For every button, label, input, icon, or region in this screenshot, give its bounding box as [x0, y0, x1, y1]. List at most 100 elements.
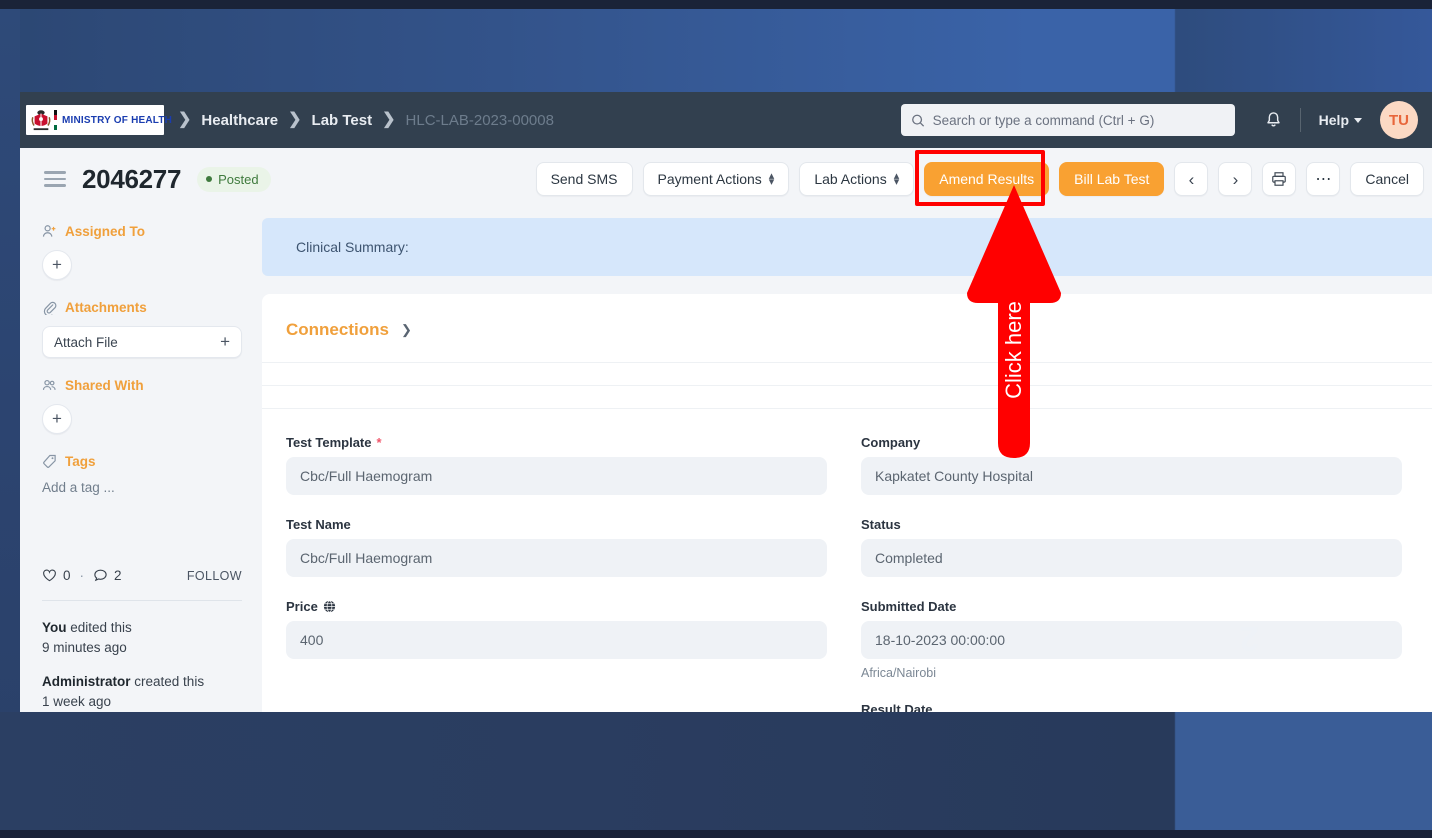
- payment-actions-label: Payment Actions: [657, 171, 762, 187]
- print-button[interactable]: [1262, 162, 1297, 196]
- help-label: Help: [1318, 112, 1349, 128]
- help-menu[interactable]: Help: [1319, 112, 1362, 128]
- updown-chevron-icon: ▴ ▾: [768, 169, 775, 188]
- test-name-label: Test Name: [286, 517, 351, 532]
- logo-text: MINISTRY OF HEALTH: [62, 114, 173, 126]
- activity-log: You edited this 9 minutes ago Administra…: [42, 618, 246, 712]
- add-tag-input[interactable]: Add a tag ...: [42, 480, 242, 495]
- bell-icon[interactable]: [1265, 111, 1282, 130]
- field-column-right: Company Kapkatet County Hospital Status …: [861, 435, 1402, 712]
- field-label: Company: [861, 435, 1402, 450]
- add-shared-user-button[interactable]: +: [42, 404, 72, 434]
- search-box[interactable]: [900, 104, 1235, 136]
- page-title: 2046277: [82, 163, 182, 194]
- status-input[interactable]: Completed: [861, 539, 1402, 577]
- navbar-right-group: Help TU: [900, 101, 1418, 139]
- heart-icon: [43, 569, 56, 582]
- company-input[interactable]: Kapkatet County Hospital: [861, 457, 1402, 495]
- tags-block: Tags Add a tag ...: [42, 454, 242, 495]
- field-test-template: Test Template * Cbc/Full Haemogram: [286, 435, 827, 495]
- cancel-button[interactable]: Cancel: [1350, 162, 1424, 196]
- attachments-block: Attachments Attach File +: [42, 300, 242, 358]
- field-column-left: Test Template * Cbc/Full Haemogram Test …: [286, 435, 827, 712]
- form-card: Connections ❯ Test Template * Cbc/Full H…: [262, 294, 1432, 712]
- ministry-of-health-logo[interactable]: MINISTRY OF HEALTH: [26, 105, 172, 135]
- hamburger-icon[interactable]: [44, 171, 66, 187]
- activity-action: created this: [134, 673, 205, 689]
- bill-lab-test-label: Bill Lab Test: [1074, 171, 1150, 187]
- price-input[interactable]: 400: [286, 621, 827, 659]
- comment-icon: [94, 569, 107, 582]
- kenya-flag-bar-icon: [54, 110, 57, 130]
- field-result-date: Result Date: [861, 702, 1402, 712]
- breadcrumb: ❯ Healthcare ❯ Lab Test ❯ HLC-LAB-2023-0…: [178, 112, 554, 129]
- shared-with-header: Shared With: [42, 378, 242, 393]
- comment-group[interactable]: 2: [93, 568, 122, 583]
- chevron-left-icon: ‹: [1188, 169, 1195, 189]
- next-record-button[interactable]: ›: [1218, 162, 1253, 196]
- activity-time: 9 minutes ago: [42, 639, 127, 655]
- more-options-button[interactable]: ⋯: [1306, 162, 1341, 196]
- chevron-right-icon: ›: [1232, 169, 1239, 189]
- bill-lab-test-button[interactable]: Bill Lab Test: [1059, 162, 1165, 196]
- field-submitted-date: Submitted Date 18-10-2023 00:00:00 Afric…: [861, 599, 1402, 680]
- main-content: Clinical Summary: Connections ❯ Test Tem…: [262, 210, 1432, 712]
- activity-item: You edited this 9 minutes ago: [42, 618, 246, 658]
- previous-record-button[interactable]: ‹: [1174, 162, 1209, 196]
- chevron-down-icon: [1354, 117, 1362, 123]
- activity-item: Administrator created this 1 week ago: [42, 672, 246, 712]
- test-template-input[interactable]: Cbc/Full Haemogram: [286, 457, 827, 495]
- assigned-to-label: Assigned To: [65, 224, 146, 239]
- send-sms-button[interactable]: Send SMS: [535, 162, 633, 196]
- amend-results-button[interactable]: Amend Results: [924, 162, 1050, 196]
- printer-icon: [1272, 172, 1287, 186]
- field-test-name: Test Name Cbc/Full Haemogram: [286, 517, 827, 577]
- activity-actor: Administrator: [42, 673, 131, 689]
- field-label: Status: [861, 517, 1402, 532]
- assigned-to-header: Assigned To: [42, 224, 242, 239]
- company-label: Company: [861, 435, 921, 450]
- backdrop-left-band: [0, 9, 20, 830]
- required-asterisk-icon: *: [376, 435, 382, 450]
- status-label: Posted: [218, 171, 259, 187]
- avatar[interactable]: TU: [1380, 101, 1418, 139]
- attach-file-button[interactable]: Attach File +: [42, 326, 242, 358]
- section-blank-row: [262, 386, 1432, 408]
- updown-chevron-icon: ▴ ▾: [893, 169, 900, 188]
- like-group[interactable]: 0: [42, 568, 71, 583]
- shared-with-label: Shared With: [65, 378, 144, 393]
- status-label: Status: [861, 517, 901, 532]
- tag-icon: [43, 454, 56, 468]
- breadcrumb-item-lab-test[interactable]: Lab Test: [312, 112, 373, 129]
- separator-dot: ·: [79, 568, 85, 583]
- comment-count: 2: [114, 568, 122, 583]
- attach-file-label: Attach File: [54, 334, 118, 350]
- field-status: Status Completed: [861, 517, 1402, 577]
- breadcrumb-item-current: HLC-LAB-2023-00008: [405, 111, 554, 129]
- cancel-label: Cancel: [1365, 171, 1409, 187]
- connections-section-header[interactable]: Connections ❯: [262, 294, 1432, 362]
- add-assignee-button[interactable]: +: [42, 250, 72, 280]
- breadcrumb-separator-icon: ❯: [288, 111, 302, 128]
- clinical-summary-label: Clinical Summary:: [296, 239, 409, 255]
- field-label: Result Date: [861, 702, 1402, 712]
- plus-icon: +: [220, 332, 230, 351]
- breadcrumb-item-healthcare[interactable]: Healthcare: [201, 112, 278, 129]
- lab-actions-button[interactable]: Lab Actions ▴ ▾: [799, 162, 915, 196]
- chevron-down-icon: ❯: [400, 322, 412, 337]
- status-badge: Posted: [197, 166, 271, 192]
- test-name-input[interactable]: Cbc/Full Haemogram: [286, 539, 827, 577]
- submitted-date-input[interactable]: 18-10-2023 00:00:00: [861, 621, 1402, 659]
- application-window: MINISTRY OF HEALTH ❯ Healthcare ❯ Lab Te…: [20, 92, 1432, 712]
- tags-label: Tags: [65, 454, 96, 469]
- lab-actions-label: Lab Actions: [814, 171, 887, 187]
- payment-actions-button[interactable]: Payment Actions ▴ ▾: [642, 162, 790, 196]
- activity-time: 1 week ago: [42, 693, 112, 709]
- ellipsis-icon: ⋯: [1315, 171, 1332, 188]
- search-input[interactable]: [932, 112, 1225, 128]
- user-plus-icon: [42, 225, 56, 237]
- follow-button[interactable]: FOLLOW: [187, 569, 242, 583]
- breadcrumb-separator-icon: ❯: [178, 111, 192, 128]
- page-header: 2046277 Posted Send SMS Payment Actions …: [20, 148, 1432, 210]
- users-icon: [42, 379, 56, 390]
